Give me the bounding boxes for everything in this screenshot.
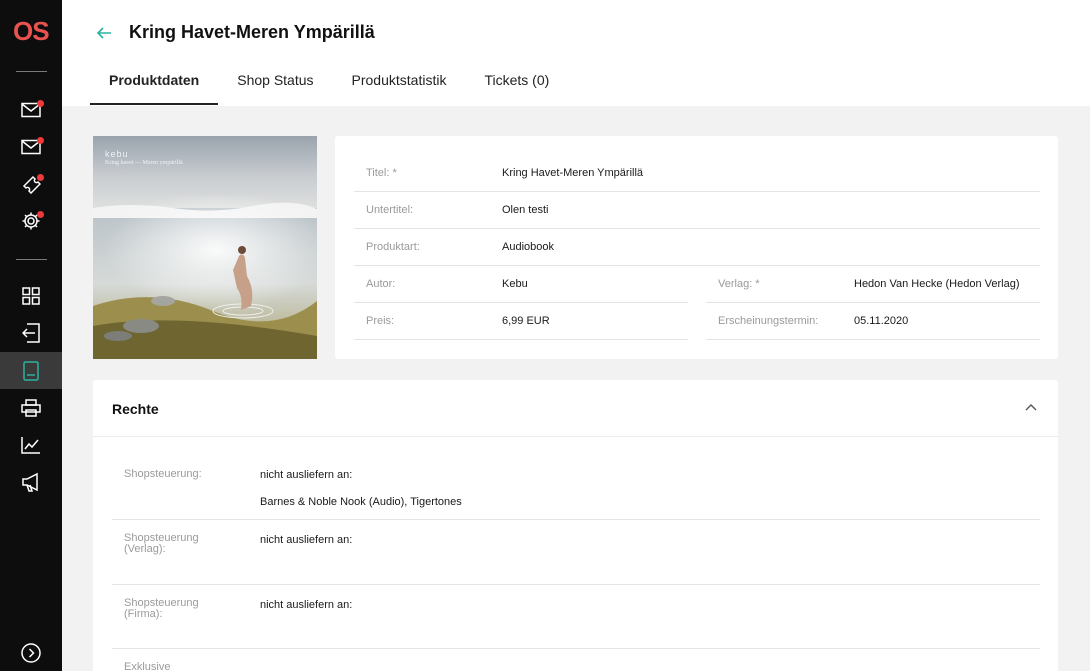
field-release-date: Erscheinungstermin: 05.11.2020 [706, 303, 1040, 340]
tab-shop-status[interactable]: Shop Status [218, 70, 332, 105]
grid-icon [22, 286, 40, 305]
sidebar-item-print[interactable] [0, 389, 62, 426]
chevron-up-icon[interactable] [1025, 403, 1037, 413]
rights-detail: Barnes & Noble Nook (Audio), Tigertones [260, 496, 462, 508]
rights-label: Shopsteuerung: [124, 468, 202, 480]
ebook-icon [23, 360, 39, 381]
field-subtitle: Untertitel: Olen testi [354, 192, 1040, 229]
field-value[interactable]: Hedon Van Hecke (Hedon Verlag) [854, 278, 1020, 290]
sidebar-item-settings[interactable] [0, 202, 62, 239]
notification-badge [37, 137, 44, 144]
sidebar: OS [0, 0, 62, 671]
rights-value: nicht ausliefern an: [260, 599, 353, 611]
rights-card-header[interactable]: Rechte [93, 380, 1058, 437]
field-value[interactable]: 05.11.2020 [854, 315, 908, 327]
field-label: Erscheinungstermin: [718, 315, 819, 327]
sidebar-expand-button[interactable] [0, 634, 62, 671]
sidebar-divider [16, 259, 47, 260]
rights-value: nicht ausliefern an: [260, 469, 353, 481]
rights-card: Rechte Shopsteuerung: nicht ausliefern a… [93, 380, 1058, 671]
sidebar-item-ebooks[interactable] [0, 352, 62, 389]
page-header: Kring Havet-Meren Ympärillä Produktdaten… [62, 0, 1090, 106]
rights-value: nicht ausliefern an: [260, 534, 353, 546]
notification-badge [37, 211, 44, 218]
field-label: Autor: [366, 278, 396, 290]
rights-row-shop-control-company: Shopsteuerung (Firma): nicht ausliefern … [112, 585, 1040, 649]
app-logo[interactable]: OS [13, 17, 50, 45]
rights-label: Shopsteuerung (Firma): [124, 597, 199, 620]
tab-produktstatistik[interactable]: Produktstatistik [333, 70, 466, 105]
sidebar-item-import[interactable] [0, 314, 62, 351]
field-label: Titel: * [366, 167, 397, 179]
cover-brand: kebu [105, 149, 129, 159]
tab-produktdaten[interactable]: Produktdaten [90, 70, 219, 105]
field-label: Produktart: [366, 241, 420, 253]
sidebar-item-inbox[interactable] [0, 128, 62, 165]
field-label: Preis: [366, 315, 395, 327]
field-price: Preis: 6,99 EUR [354, 303, 688, 340]
sidebar-divider [16, 71, 47, 72]
rights-row-shop-control: Shopsteuerung: nicht ausliefern an: Barn… [112, 456, 1040, 520]
rights-row-exclusive-shop-control: Exklusive Shopsteuerung: [112, 649, 1040, 671]
field-product-type: Produktart: Audiobook [354, 229, 1040, 266]
sidebar-item-marketing[interactable] [0, 463, 62, 500]
field-value[interactable]: Kebu [502, 278, 528, 290]
chevron-right-circle-icon [21, 642, 41, 663]
chart-icon [21, 436, 40, 454]
field-value[interactable]: Olen testi [502, 204, 548, 216]
back-arrow-icon[interactable] [95, 24, 113, 42]
field-value[interactable]: Audiobook [502, 241, 554, 253]
rights-row-shop-control-publisher: Shopsteuerung (Verlag): nicht ausliefern… [112, 520, 1040, 585]
notification-badge [37, 174, 44, 181]
rights-label: Exklusive Shopsteuerung: [124, 661, 171, 671]
sidebar-item-messages[interactable] [0, 91, 62, 128]
sidebar-item-dashboard[interactable] [0, 277, 62, 314]
printer-icon [21, 398, 41, 417]
field-value[interactable]: Kring Havet-Meren Ympärillä [502, 167, 643, 179]
product-cover-image[interactable]: kebu Kring havet — Meren ympärillä [93, 136, 317, 359]
rights-title: Rechte [112, 401, 159, 417]
sidebar-item-statistics[interactable] [0, 426, 62, 463]
field-title: Titel: * Kring Havet-Meren Ympärillä [354, 155, 1040, 192]
field-value[interactable]: 6,99 EUR [502, 315, 550, 327]
field-label: Verlag: * [718, 278, 760, 290]
cover-artwork [93, 136, 317, 359]
tab-bar: Produktdaten Shop Status Produktstatisti… [90, 70, 568, 105]
sidebar-item-tickets[interactable] [0, 165, 62, 202]
product-data-card: Titel: * Kring Havet-Meren Ympärillä Unt… [335, 136, 1058, 359]
import-icon [22, 322, 40, 343]
rights-label: Shopsteuerung (Verlag): [124, 532, 199, 555]
megaphone-icon [22, 472, 38, 492]
notification-badge [37, 100, 44, 107]
field-author: Autor: Kebu [354, 266, 688, 303]
field-label: Untertitel: [366, 204, 414, 216]
tab-tickets[interactable]: Tickets (0) [465, 70, 568, 105]
field-publisher: Verlag: * Hedon Van Hecke (Hedon Verlag) [706, 266, 1040, 303]
page-title: Kring Havet-Meren Ympärillä [129, 22, 375, 42]
cover-subtitle: Kring havet — Meren ympärillä [105, 160, 183, 166]
